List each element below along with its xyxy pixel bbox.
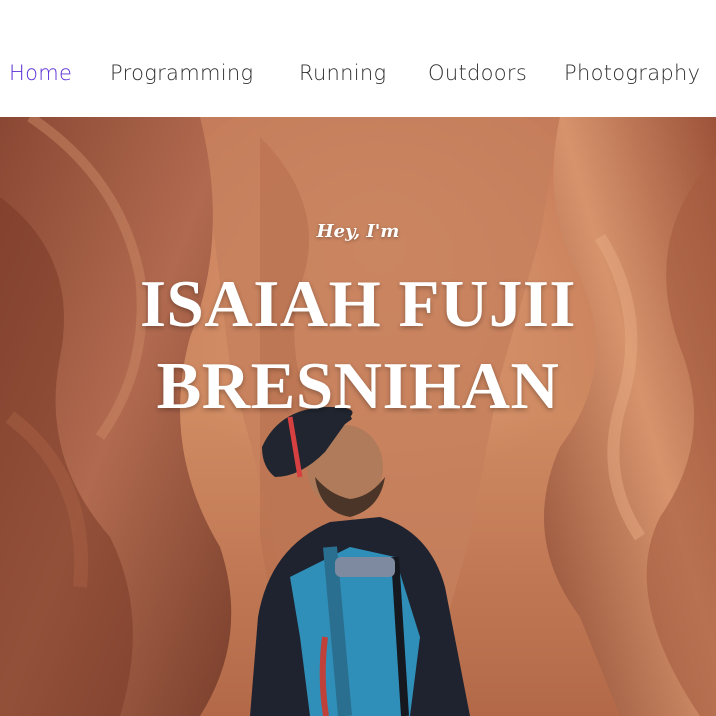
hero-name: ISAIAH FUJII BRESNIHAN	[60, 263, 656, 427]
hero-name-line1: ISAIAH FUJII	[139, 267, 576, 341]
hero-greeting: Hey, I'm	[316, 221, 400, 242]
top-navigation: Home Programming Running Outdoors Photog…	[0, 0, 716, 117]
nav-link-outdoors[interactable]: Outdoors	[428, 58, 527, 88]
hero-section: Hey, I'm ISAIAH FUJII BRESNIHAN	[0, 117, 716, 716]
nav-link-home[interactable]: Home	[9, 58, 72, 88]
hero-name-line2: BRESNIHAN	[156, 349, 560, 423]
nav-link-running[interactable]: Running	[299, 58, 386, 88]
nav-link-programming[interactable]: Programming	[110, 58, 253, 88]
nav-link-photography[interactable]: Photography	[564, 58, 700, 88]
